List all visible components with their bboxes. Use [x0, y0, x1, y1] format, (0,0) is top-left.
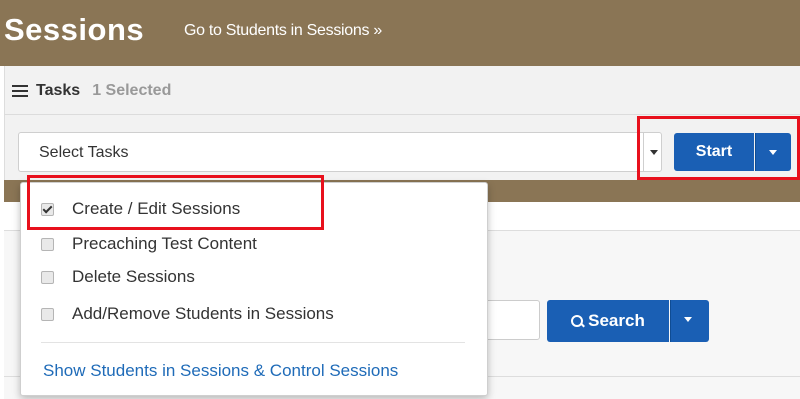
menu-item-label: Delete Sessions [72, 267, 195, 286]
tasks-heading: Tasks 1 Selected [12, 82, 171, 100]
page-title: Sessions [4, 12, 145, 47]
menu-divider [41, 342, 465, 343]
search-label: Search [588, 311, 645, 330]
select-tasks-value: Select Tasks [39, 144, 129, 161]
menu-item-delete[interactable]: Delete Sessions [41, 267, 195, 287]
search-icon [571, 314, 584, 328]
tasks-label: Tasks [36, 82, 81, 99]
search-button[interactable]: Search [547, 300, 669, 342]
checkbox-icon[interactable] [41, 270, 54, 284]
menu-item-precaching[interactable]: Precaching Test Content [41, 234, 257, 254]
menu-item-add-remove[interactable]: Add/Remove Students in Sessions [41, 304, 334, 324]
list-icon [12, 85, 28, 97]
menu-item-label: Precaching Test Content [72, 234, 257, 253]
go-to-students-link[interactable]: Go to Students in Sessions » [184, 22, 382, 40]
checkbox-icon[interactable] [41, 237, 54, 251]
show-students-link[interactable]: Show Students in Sessions & Control Sess… [43, 361, 398, 381]
checkbox-icon[interactable] [41, 307, 54, 321]
select-tasks-dropdown[interactable]: Select Tasks [18, 132, 662, 172]
search-options-button[interactable] [670, 300, 709, 342]
highlight-box-create-edit [27, 175, 324, 230]
chevron-down-icon [684, 317, 692, 322]
menu-item-label: Add/Remove Students in Sessions [72, 304, 334, 323]
highlight-box-start [637, 116, 800, 180]
selected-count: 1 Selected [92, 82, 172, 99]
divider [4, 114, 800, 115]
